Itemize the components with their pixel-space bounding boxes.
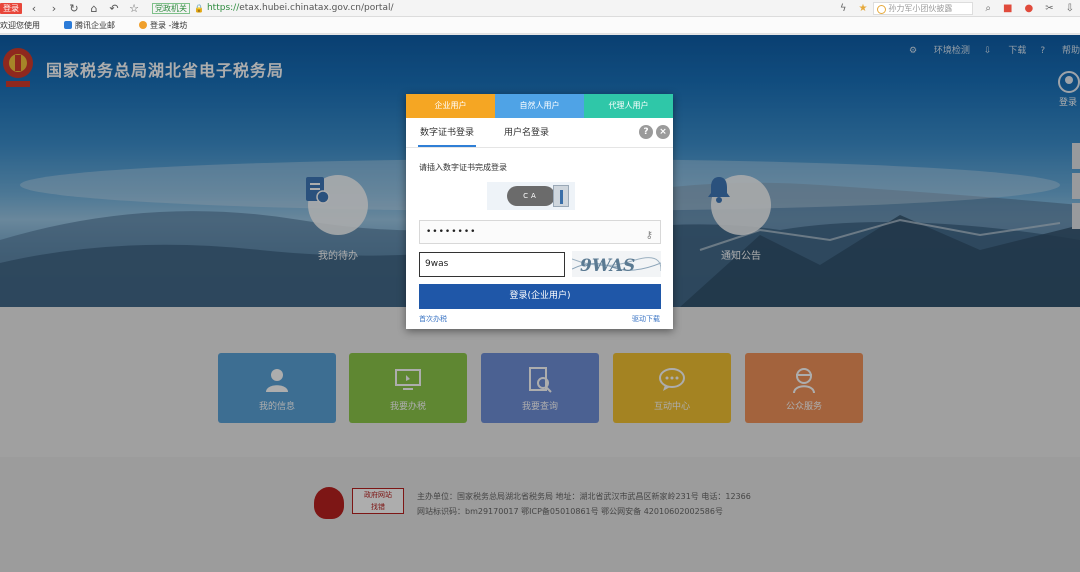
browser-search-input[interactable]: 孙力军小团伙披露 [873,2,974,15]
password-value: •••••••• [426,227,477,237]
bookmarks-bar: 欢迎您使用 腾讯企业邮 登录 -潍坊 [0,17,1080,34]
download-icon[interactable]: ⇩ [1066,3,1074,14]
tab-username-login[interactable]: 用户名登录 [502,118,551,147]
tab-individual-user[interactable]: 自然人用户 [495,94,584,118]
game-icon[interactable]: ● [1024,3,1033,14]
bookmark-item[interactable]: 登录 -潍坊 [139,20,199,31]
certificate-password-input[interactable]: •••••••• ⚷ [419,220,661,244]
bookmark-item[interactable]: 欢迎您使用 [0,20,52,31]
star-icon[interactable]: ☆ [126,2,142,15]
first-time-tax-link[interactable]: 首次办税 [419,314,447,324]
url-input[interactable]: 党政机关 🔒 https:// etax.hubei.chinatax.gov.… [152,2,802,15]
browser-toolbar-right: ϟ ★ 孙力军小团伙披露 ⌕ ■ ● ✂ ⇩ [834,0,1080,17]
login-button[interactable]: 登录(企业用户) [419,284,661,309]
scissors-icon[interactable]: ✂ [1045,3,1053,14]
help-icon[interactable]: ? [639,125,653,139]
mail-icon [64,21,72,29]
tab-certificate-login[interactable]: 数字证书登录 [418,118,477,147]
captcha-image[interactable]: 9WAS [572,251,661,277]
lightning-icon[interactable]: ϟ [840,3,847,14]
usb-connector [553,185,569,207]
certificate-hint: 请插入数字证书完成登录 [419,163,507,172]
lock-icon: 🔒 [194,3,204,13]
key-icon: ⚷ [645,230,654,241]
undo-icon[interactable]: ↶ [106,2,122,15]
usb-key-illustration: CA [487,182,575,210]
apps-icon[interactable]: ■ [1003,3,1012,14]
url-path: etax.hubei.chinatax.gov.cn/portal/ [239,3,394,13]
captcha-text: 9WAS [580,256,635,276]
browser-address-bar: 登录 ‹ › ↻ ⌂ ↶ ☆ 党政机关 🔒 https:// etax.hube… [0,0,1080,17]
tab-agent-user[interactable]: 代理人用户 [584,94,673,118]
favorite-star-icon[interactable]: ★ [858,3,867,14]
back-icon[interactable]: ‹ [26,2,42,15]
bookmark-item[interactable]: 腾讯企业邮 [64,20,127,31]
forward-icon[interactable]: › [46,2,62,15]
search-icon[interactable]: ⌕ [985,3,991,14]
gov-badge: 党政机关 [152,2,190,14]
login-badge[interactable]: 登录 [0,2,22,14]
login-method-tabs: 数字证书登录 用户名登录 ? × [406,118,673,148]
tab-enterprise-user[interactable]: 企业用户 [406,94,495,118]
captcha-input[interactable]: 9was [419,252,565,277]
ca-key-icon: CA [507,186,555,206]
driver-download-link[interactable]: 驱动下载 [632,314,660,324]
browser-window: 登录 ‹ › ↻ ⌂ ↶ ☆ 党政机关 🔒 https:// etax.hube… [0,0,1080,572]
home-icon[interactable]: ⌂ [86,2,102,15]
close-icon[interactable]: × [656,125,670,139]
sun-icon [139,21,147,29]
url-scheme: https:// [206,3,240,13]
login-dialog: 企业用户 自然人用户 代理人用户 数字证书登录 用户名登录 ? × 请插入数字证… [406,94,673,329]
user-type-tabs: 企业用户 自然人用户 代理人用户 [406,94,673,118]
reload-icon[interactable]: ↻ [66,2,82,15]
